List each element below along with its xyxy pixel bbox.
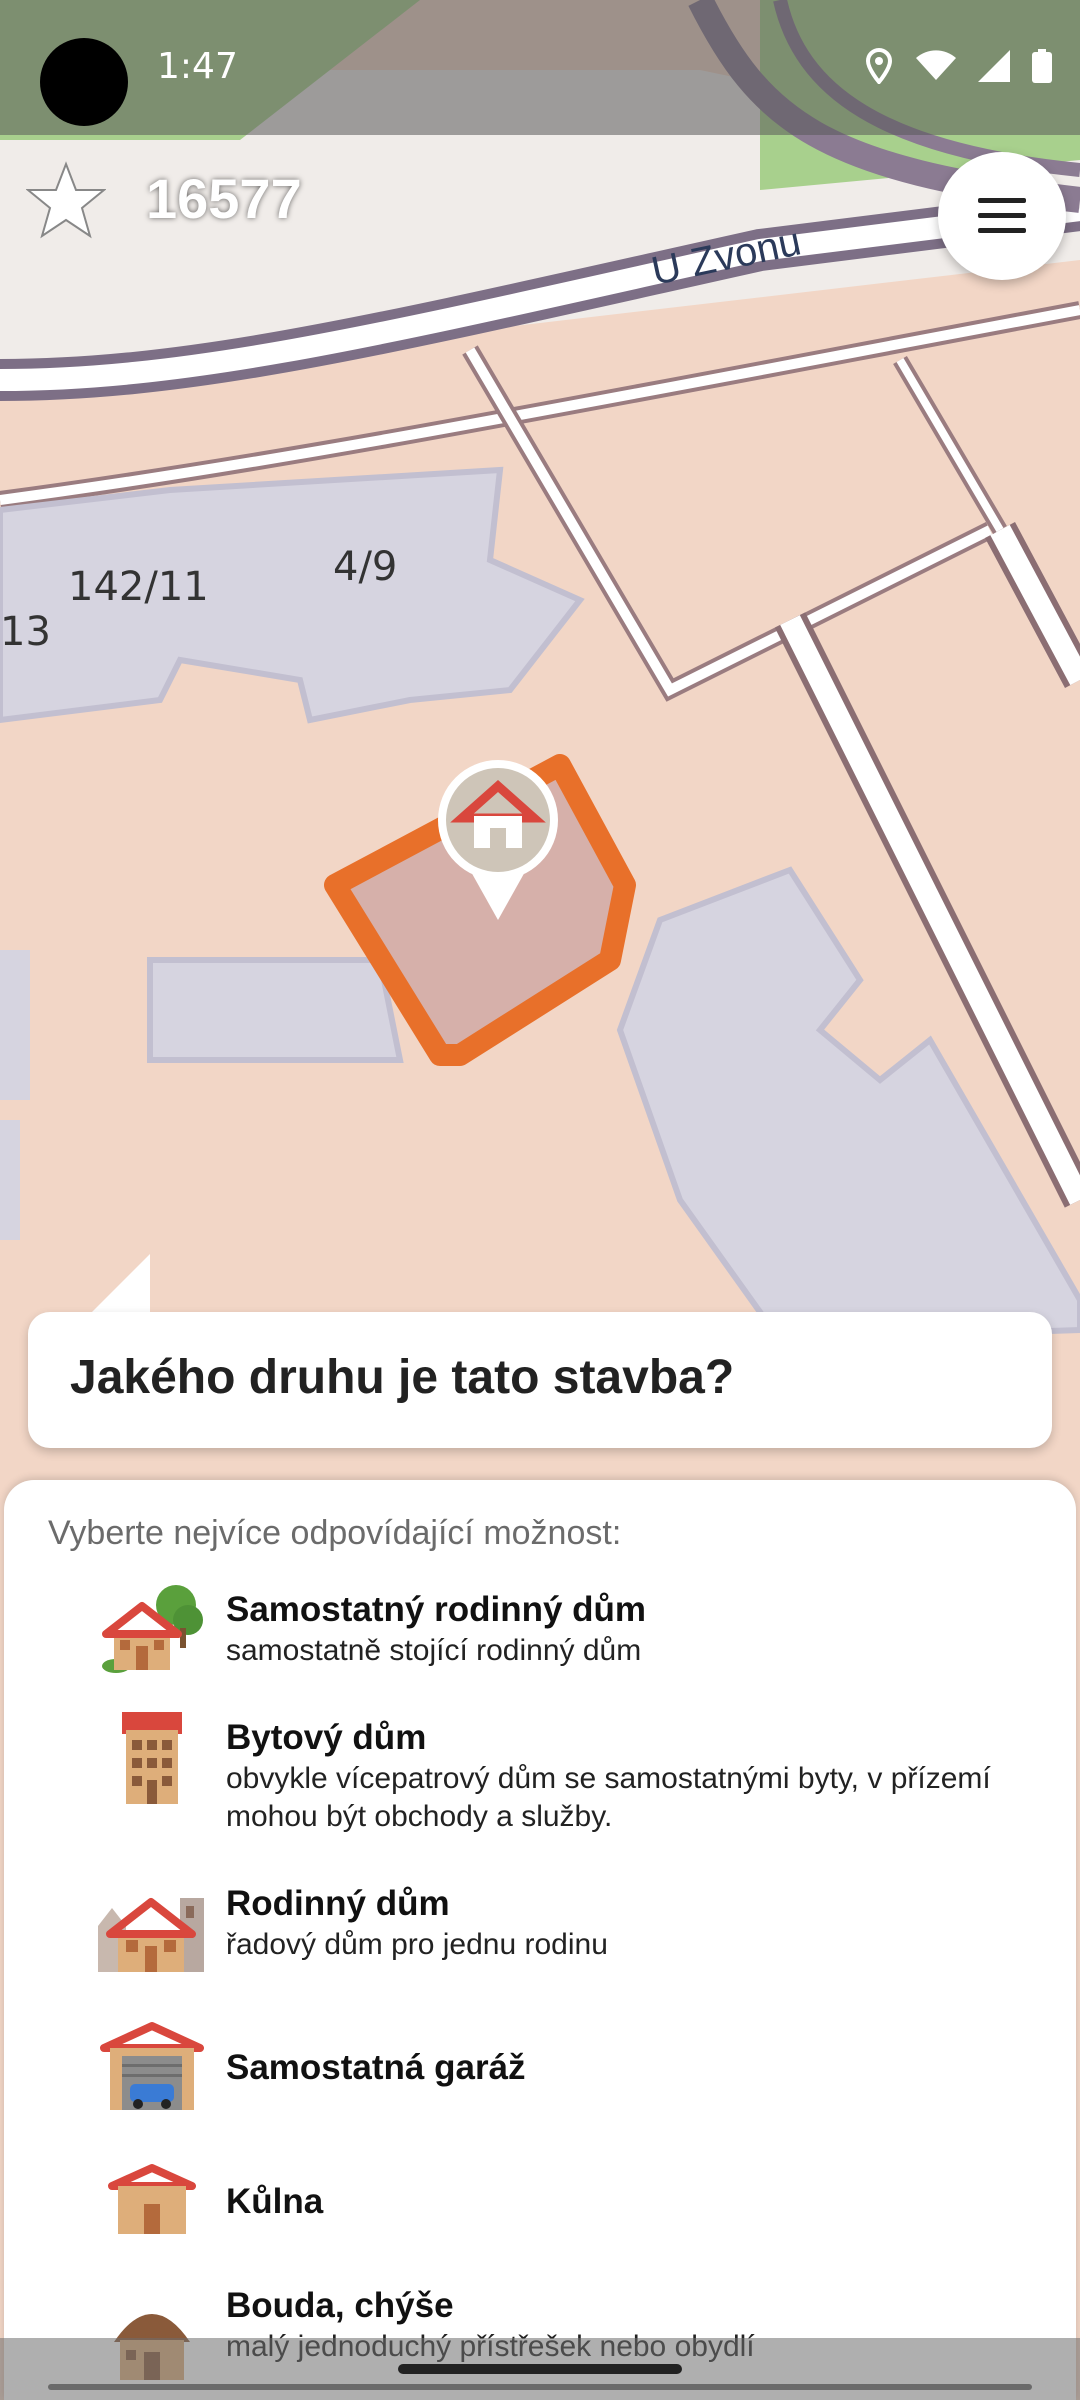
option-description: samostatně stojící rodinný dům <box>226 1634 642 1667</box>
signal-icon <box>978 50 1010 82</box>
house-number-label: 4/9 <box>333 544 397 590</box>
option-title: Rodinný dům <box>226 1884 450 1923</box>
speech-bubble-tail <box>88 1254 150 1316</box>
star-icon[interactable] <box>26 160 106 240</box>
menu-button[interactable] <box>938 152 1066 280</box>
terraced-house-icon <box>98 1898 204 1972</box>
battery-icon <box>1032 49 1052 83</box>
shed-icon <box>108 2164 196 2234</box>
detached-house-icon <box>102 1585 203 1673</box>
hamburger-menu-icon <box>978 198 1026 233</box>
garage-icon <box>100 2022 204 2110</box>
option-description: obvykle vícepatrový dům se samostatnými … <box>226 1762 991 1833</box>
camera-cutout <box>40 38 128 126</box>
apartment-building-icon <box>122 1712 182 1804</box>
status-icons <box>864 48 1052 84</box>
option-shed[interactable]: Kůlna <box>4 2138 1076 2258</box>
option-title: Bytový dům <box>226 1718 427 1757</box>
quest-question-bubble: Jakého druhu je tato stavba? <box>28 1312 1052 1448</box>
sheet-scrollbar[interactable] <box>48 2384 1032 2390</box>
status-time: 1:47 <box>157 46 238 87</box>
option-title: Bouda, chýše <box>226 2286 454 2325</box>
wifi-icon <box>916 50 956 80</box>
option-title: Samostatná garáž <box>226 2048 526 2087</box>
house-number-label: 142/11 <box>68 564 209 610</box>
answer-sheet: Vyberte nejvíce odpovídající možnost: Sa… <box>4 1480 1076 2400</box>
house-number-label: 13 <box>0 609 51 655</box>
answer-hint: Vyberte nejvíce odpovídající možnost: <box>48 1514 622 1552</box>
option-terraced-house[interactable]: Rodinný dům řadový dům pro jednu rodinu <box>4 1864 1076 1994</box>
answer-count[interactable]: 16577 <box>146 166 302 231</box>
location-icon <box>865 48 893 84</box>
option-garage[interactable]: Samostatná garáž <box>4 2008 1076 2128</box>
option-description: řadový dům pro jednu rodinu <box>226 1928 608 1961</box>
option-detached-house[interactable]: Samostatný rodinný dům samostatně stojíc… <box>4 1570 1076 1690</box>
home-gesture-handle[interactable] <box>398 2364 682 2374</box>
quest-question: Jakého druhu je tato stavba? <box>70 1351 735 1404</box>
option-apartment-building[interactable]: Bytový dům obvykle vícepatrový dům se sa… <box>4 1698 1076 1848</box>
option-title: Kůlna <box>226 2182 324 2221</box>
option-title: Samostatný rodinný dům <box>226 1590 647 1629</box>
